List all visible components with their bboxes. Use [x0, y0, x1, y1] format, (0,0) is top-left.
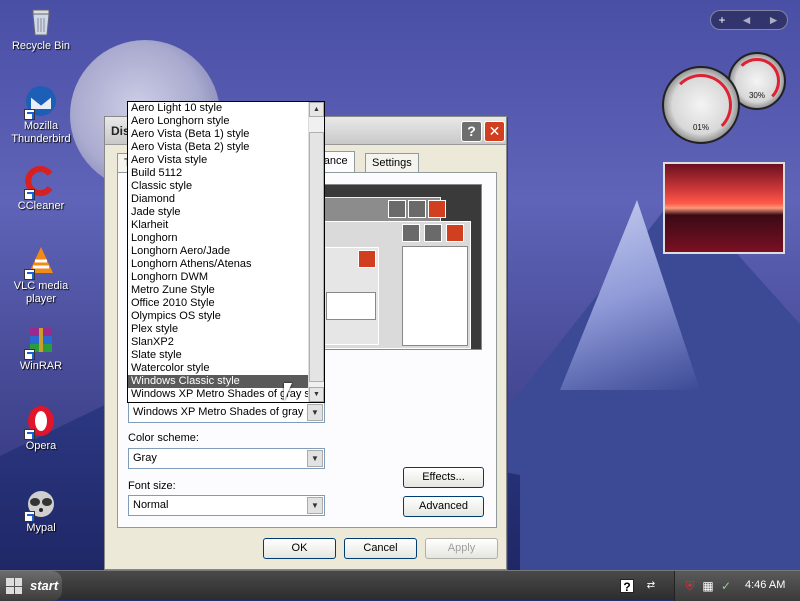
- desktop-icon-thunderbird[interactable]: Mozilla Thunderbird: [2, 84, 80, 146]
- cpu-percent: 01%: [692, 122, 709, 132]
- ccleaner-icon: [24, 164, 58, 200]
- minimize-icon: [388, 200, 406, 218]
- cpu-gauge[interactable]: 01%: [662, 66, 740, 144]
- opera-icon: [24, 404, 58, 440]
- dropdown-scrollbar[interactable]: ▲ ▼: [308, 102, 324, 402]
- help-button[interactable]: ?: [461, 121, 482, 142]
- vlc-icon: [24, 244, 58, 280]
- maximize-icon: [408, 200, 426, 218]
- advanced-button[interactable]: Advanced: [403, 496, 484, 517]
- system-tray: ⛨ ▦ ✓ 4:46 AM: [674, 571, 800, 601]
- desktop-icon-vlc[interactable]: VLC media player: [2, 244, 80, 306]
- scroll-down-icon[interactable]: ▼: [309, 387, 324, 402]
- desktop-icon-label: WinRAR: [19, 360, 63, 372]
- dropdown-option[interactable]: Plex style: [128, 323, 308, 336]
- desktop-icon-label: Recycle Bin: [11, 40, 71, 52]
- dropdown-option[interactable]: Windows XP Metro Shades of gray st: [128, 388, 308, 401]
- dropdown-option[interactable]: Longhorn Athens/Atenas: [128, 258, 308, 271]
- clock[interactable]: 4:46 AM: [745, 579, 785, 591]
- dropdown-option[interactable]: SlanXP2: [128, 336, 308, 349]
- mouse-cursor-icon: [284, 383, 292, 401]
- close-button[interactable]: ✕: [484, 121, 505, 142]
- preview-button: [326, 292, 376, 320]
- dropdown-option[interactable]: Aero Vista (Beta 2) style: [128, 141, 308, 154]
- desktop-icon-winrar[interactable]: WinRAR: [2, 324, 80, 373]
- network-tray-icon[interactable]: ⇄: [644, 579, 658, 593]
- desktop-icon-label: CCleaner: [17, 200, 65, 212]
- close-icon: ✕: [488, 123, 501, 139]
- thunderbird-icon: [24, 84, 58, 120]
- font-size-label: Font size:: [128, 480, 176, 492]
- dropdown-option[interactable]: Build 5112: [128, 167, 308, 180]
- question-icon: ?: [467, 123, 476, 139]
- windows-logo-icon: [6, 578, 22, 594]
- mypal-icon: [24, 486, 58, 522]
- dropdown-option[interactable]: Slate style: [128, 349, 308, 362]
- desktop-icon-label: Opera: [25, 440, 57, 452]
- close-icon: [428, 200, 446, 218]
- dropdown-option[interactable]: Jade style: [128, 206, 308, 219]
- dropdown-options: Aero Light 10 style Aero Longhorn style Ae…: [128, 102, 324, 401]
- dropdown-option[interactable]: Aero Vista (Beta 1) style: [128, 128, 308, 141]
- dropdown-option[interactable]: Klarheit: [128, 219, 308, 232]
- help-tray-icon[interactable]: ?: [620, 579, 634, 594]
- add-gadget-button[interactable]: +: [719, 13, 726, 27]
- chevron-down-icon: ▼: [307, 404, 323, 421]
- dropdown-option[interactable]: Longhorn Aero/Jade: [128, 245, 308, 258]
- desktop-icon-opera[interactable]: Opera: [2, 404, 80, 453]
- desktop-icon-label: Mypal: [26, 522, 56, 534]
- preview-window-text: [402, 246, 468, 346]
- desktop-icon-label: Mozilla Thunderbird: [11, 120, 71, 145]
- desktop-icon-recycle-bin[interactable]: Recycle Bin: [2, 4, 80, 53]
- dropdown-option[interactable]: Metro Zune Style: [128, 284, 308, 297]
- sidebar-controls: + ◄ ►: [710, 10, 788, 30]
- style-dropdown-list[interactable]: Aero Light 10 style Aero Longhorn style Ae…: [127, 101, 325, 403]
- minimize-icon: [402, 224, 420, 242]
- safely-remove-icon[interactable]: ✓: [719, 579, 733, 593]
- desktop-icon-label: VLC media player: [13, 280, 69, 305]
- desktop-icon-mypal[interactable]: Mypal: [2, 486, 80, 535]
- start-label: start: [30, 578, 59, 593]
- display-tray-icon[interactable]: ▦: [701, 579, 715, 593]
- dropdown-option[interactable]: Aero Longhorn style: [128, 115, 308, 128]
- recycle-bin-icon: [24, 4, 58, 38]
- color-scheme-label: Color scheme:: [128, 432, 199, 444]
- dropdown-option[interactable]: Windows Classic style: [128, 375, 308, 388]
- dropdown-option[interactable]: Watercolor style: [128, 362, 308, 375]
- dropdown-option[interactable]: Classic style: [128, 180, 308, 193]
- tab-settings[interactable]: Settings: [365, 153, 419, 173]
- font-size-value: Normal: [133, 499, 169, 511]
- chevron-down-icon: ▼: [307, 450, 323, 467]
- apply-button[interactable]: Apply: [425, 538, 498, 559]
- ok-button[interactable]: OK: [263, 538, 336, 559]
- scroll-thumb[interactable]: [309, 132, 324, 382]
- next-gadget-button[interactable]: ►: [768, 13, 780, 27]
- windows-and-buttons-select[interactable]: Windows XP Metro Shades of gray s ▼: [128, 402, 325, 423]
- winrar-icon: [24, 324, 58, 360]
- previous-gadget-button[interactable]: ◄: [741, 13, 753, 27]
- dropdown-option[interactable]: Aero Light 10 style: [128, 102, 308, 115]
- maximize-icon: [424, 224, 442, 242]
- shield-icon[interactable]: ⛨: [683, 579, 697, 593]
- chevron-down-icon: ▼: [307, 497, 323, 514]
- style-select-value: Windows XP Metro Shades of gray s: [133, 406, 312, 418]
- cancel-button[interactable]: Cancel: [344, 538, 417, 559]
- close-icon: [446, 224, 464, 242]
- slideshow-gadget[interactable]: [663, 162, 785, 254]
- dropdown-option[interactable]: Longhorn: [128, 232, 308, 245]
- color-scheme-select[interactable]: Gray ▼: [128, 448, 325, 469]
- taskbar: start ? ⇄ ⛨ ▦ ✓ 4:46 AM: [0, 570, 800, 601]
- close-icon: [358, 250, 376, 268]
- dropdown-option[interactable]: Office 2010 Style: [128, 297, 308, 310]
- dropdown-option[interactable]: Longhorn DWM: [128, 271, 308, 284]
- dropdown-option[interactable]: Diamond: [128, 193, 308, 206]
- effects-button[interactable]: Effects...: [403, 467, 484, 488]
- dropdown-option[interactable]: Olympics OS style: [128, 310, 308, 323]
- dropdown-option[interactable]: Aero Vista style: [128, 154, 308, 167]
- color-scheme-value: Gray: [133, 452, 157, 464]
- scroll-up-icon[interactable]: ▲: [309, 102, 324, 117]
- font-size-select[interactable]: Normal ▼: [128, 495, 325, 516]
- start-button[interactable]: start: [0, 571, 62, 601]
- desktop-icon-ccleaner[interactable]: CCleaner: [2, 164, 80, 213]
